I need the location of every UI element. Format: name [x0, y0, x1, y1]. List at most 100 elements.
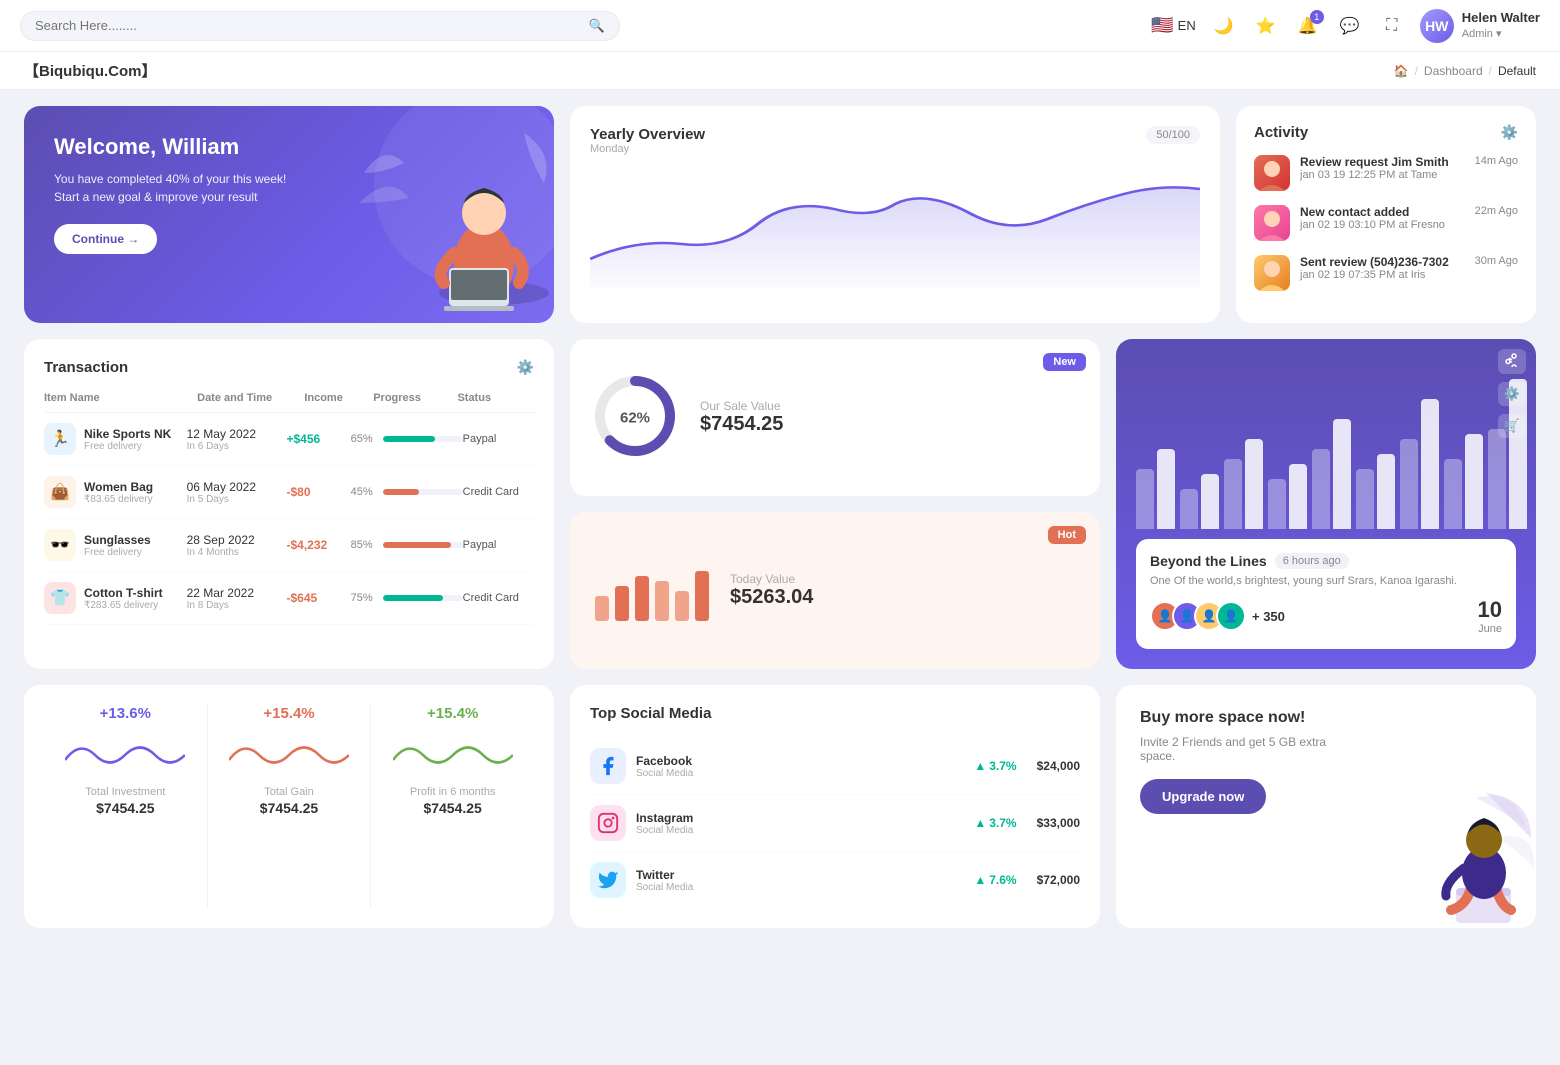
activity-name-3: Sent review (504)236-7302 [1300, 255, 1465, 269]
beyond-avatars: 👤 👤 👤 👤 [1150, 601, 1246, 631]
new-badge: New [1043, 353, 1086, 371]
topnav: 🔍 🇺🇸 EN 🌙 ⭐ 🔔 1 💬 ⛶ HW Helen Walter Admi… [0, 0, 1560, 52]
item-icon-2: 👜 [44, 476, 76, 508]
row-1: Welcome, William You have completed 40% … [24, 106, 1536, 323]
chart-share-icon[interactable] [1498, 349, 1526, 374]
favorites-icon[interactable]: ⭐ [1252, 12, 1280, 40]
buyspace-card: Buy more space now! Invite 2 Friends and… [1116, 685, 1536, 928]
activity-desc-2: jan 02 19 03:10 PM at Fresno [1300, 219, 1465, 231]
avatar: HW [1420, 9, 1454, 43]
activity-title: Activity [1254, 124, 1308, 141]
activity-item-1: Review request Jim Smith jan 03 19 12:25… [1254, 155, 1518, 191]
yearly-title: Yearly Overview [590, 126, 705, 143]
user-role: Admin ▾ [1462, 27, 1540, 41]
breadcrumb-dashboard: Dashboard [1424, 64, 1483, 78]
buyspace-title: Buy more space now! [1140, 709, 1345, 727]
activity-card: Activity ⚙️ Review request Jim Smith jan… [1236, 106, 1536, 323]
main-content: Welcome, William You have completed 40% … [0, 90, 1560, 944]
stat-wave-2 [208, 730, 371, 780]
nav-right: 🇺🇸 EN 🌙 ⭐ 🔔 1 💬 ⛶ HW Helen Walter Admin … [1151, 9, 1540, 43]
yearly-day: Monday [590, 143, 705, 155]
bar-chart [1136, 359, 1516, 529]
activity-time-3: 30m Ago [1475, 255, 1518, 267]
income-3: -$4,232 [286, 538, 350, 552]
breadcrumb-bar: 【Biqubiqu.Com】 🏠 / Dashboard / Default [0, 52, 1560, 90]
stat-investment: +13.6% Total Investment $7454.25 [44, 705, 207, 908]
search-bar[interactable]: 🔍 [20, 11, 620, 41]
activity-name-1: Review request Jim Smith [1300, 155, 1465, 169]
search-icon: 🔍 [589, 18, 605, 34]
sales-stack: New 62% Our Sale Value $7454.25 Hot [570, 339, 1100, 669]
row-3: +13.6% Total Investment $7454.25 +15.4% [24, 685, 1536, 928]
donut-label: 62% [620, 409, 650, 426]
notifications-icon[interactable]: 🔔 1 [1294, 12, 1322, 40]
activity-desc-1: jan 03 19 12:25 PM at Tame [1300, 169, 1465, 181]
user-menu[interactable]: HW Helen Walter Admin ▾ [1420, 9, 1540, 43]
transaction-title: Transaction [44, 359, 128, 376]
table-row: 🏃 Nike Sports NK Free delivery 12 May 20… [44, 413, 534, 466]
brand-logo: 【Biqubiqu.Com】 [24, 60, 156, 81]
yearly-overview-card: Yearly Overview Monday 50/100 [570, 106, 1220, 323]
breadcrumb: 🏠 / Dashboard / Default [1394, 64, 1536, 78]
expand-icon[interactable]: ⛶ [1378, 12, 1406, 40]
messages-icon[interactable]: 💬 [1336, 12, 1364, 40]
beyond-date-month: June [1478, 623, 1502, 635]
table-row: 🕶️ Sunglasses Free delivery 28 Sep 2022 … [44, 519, 534, 572]
sale-value-card: New 62% Our Sale Value $7454.25 [570, 339, 1100, 496]
social-title: Top Social Media [590, 705, 711, 722]
activity-item-3: Sent review (504)236-7302 jan 02 19 07:3… [1254, 255, 1518, 291]
beyond-info: Beyond the Lines 6 hours ago One Of the … [1136, 539, 1516, 649]
buyspace-desc: Invite 2 Friends and get 5 GB extra spac… [1140, 735, 1340, 763]
notification-badge: 1 [1310, 10, 1324, 24]
beyond-desc: One Of the world,s brightest, young surf… [1150, 575, 1502, 587]
chart-settings-icon[interactable]: ⚙️ [1498, 382, 1526, 406]
welcome-illustration [354, 106, 554, 323]
income-4: -$645 [286, 591, 350, 605]
instagram-icon [590, 805, 626, 841]
yearly-badge: 50/100 [1146, 126, 1200, 144]
table-row: 👜 Women Bag ₹83.65 delivery 06 May 2022 … [44, 466, 534, 519]
welcome-subtitle: You have completed 40% of your this week… [54, 170, 294, 206]
buyspace-illustration [1356, 788, 1536, 928]
beyond-title: Beyond the Lines [1150, 553, 1267, 569]
activity-time-2: 22m Ago [1475, 205, 1518, 217]
language-selector[interactable]: 🇺🇸 EN [1151, 15, 1195, 36]
facebook-icon [590, 748, 626, 784]
stats-card: +13.6% Total Investment $7454.25 +15.4% [24, 685, 554, 928]
search-input[interactable] [35, 18, 589, 33]
donut-chart: 62% [590, 371, 680, 464]
beyond-time: 6 hours ago [1275, 553, 1349, 569]
income-1: +$456 [286, 432, 350, 446]
activity-desc-3: jan 02 19 07:35 PM at Iris [1300, 269, 1465, 281]
continue-button[interactable]: Continue → [54, 224, 157, 254]
transaction-settings-icon[interactable]: ⚙️ [517, 359, 534, 376]
social-row-twitter: Twitter Social Media ▲ 7.6% $72,000 [590, 852, 1080, 908]
income-2: -$80 [286, 485, 350, 499]
breadcrumb-current: Default [1498, 64, 1536, 78]
item-icon-1: 🏃 [44, 423, 76, 455]
activity-thumb-3 [1254, 255, 1290, 291]
darkmode-toggle[interactable]: 🌙 [1210, 12, 1238, 40]
yearly-chart [590, 169, 1200, 289]
chart-cart-icon[interactable]: 🛒 [1498, 414, 1526, 438]
transaction-card: Transaction ⚙️ Item Name Date and Time I… [24, 339, 554, 669]
social-row-instagram: Instagram Social Media ▲ 3.7% $33,000 [590, 795, 1080, 852]
avatar-4: 👤 [1216, 601, 1246, 631]
table-row: 👕 Cotton T-shirt ₹283.65 delivery 22 Mar… [44, 572, 534, 625]
row-2: Transaction ⚙️ Item Name Date and Time I… [24, 339, 1536, 669]
stat-profit: +15.4% Profit in 6 months $7454.25 [371, 705, 534, 908]
twitter-icon [590, 862, 626, 898]
upgrade-button[interactable]: Upgrade now [1140, 779, 1266, 814]
hot-badge: Hot [1048, 526, 1086, 544]
social-row-facebook: Facebook Social Media ▲ 3.7% $24,000 [590, 738, 1080, 795]
stat-wave-1 [44, 730, 207, 780]
beyond-plus-count: + 350 [1252, 609, 1285, 624]
activity-item-2: New contact added jan 02 19 03:10 PM at … [1254, 205, 1518, 241]
social-card: Top Social Media Facebook Social Media ▲… [570, 685, 1100, 928]
activity-thumb-1 [1254, 155, 1290, 191]
stat-gain: +15.4% Total Gain $7454.25 [208, 705, 371, 908]
bar-chart-card: ⚙️ 🛒 Beyond the Lines 6 hours ago On [1116, 339, 1536, 669]
activity-name-2: New contact added [1300, 205, 1465, 219]
welcome-card: Welcome, William You have completed 40% … [24, 106, 554, 323]
activity-settings-icon[interactable]: ⚙️ [1501, 124, 1518, 141]
